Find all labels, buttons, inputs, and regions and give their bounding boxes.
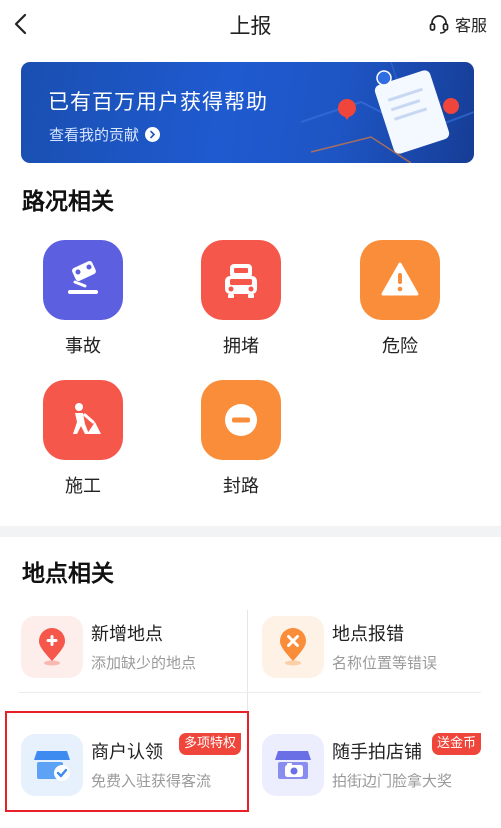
accident-label: 事故 [65, 336, 101, 357]
add-place-item[interactable]: 新增地点 添加缺少的地点 [21, 616, 241, 686]
road-section-title: 路况相关 [22, 189, 114, 215]
report-congestion-button[interactable]: 拥堵 [191, 240, 291, 358]
nav-bar: 上报 客服 [0, 0, 501, 48]
report-accident-button[interactable]: 事故 [33, 240, 133, 358]
place-error-icon [262, 616, 324, 678]
danger-icon [360, 240, 440, 320]
add-place-icon [21, 616, 83, 678]
coin-reward-badge: 送金币 [432, 733, 482, 755]
banner-illustration [301, 62, 474, 163]
add-place-subtitle: 添加缺少的地点 [91, 654, 197, 672]
report-construction-button[interactable]: 施工 [33, 380, 133, 498]
add-place-title: 新增地点 [91, 624, 163, 645]
road-closed-icon [201, 380, 281, 460]
construction-icon [43, 380, 123, 460]
construction-label: 施工 [65, 476, 101, 497]
arrow-circle-icon [145, 127, 161, 142]
headset-icon [429, 15, 449, 34]
customer-service-label: 客服 [454, 16, 487, 35]
contribution-banner[interactable]: 已有百万用户获得帮助 查看我的贡献 [21, 62, 474, 163]
place-error-title: 地点报错 [332, 624, 404, 645]
place-error-subtitle: 名称位置等错误 [332, 654, 438, 672]
customer-service-button[interactable]: 客服 [428, 11, 487, 37]
banner-title: 已有百万用户获得帮助 [48, 90, 268, 114]
shop-photo-subtitle: 拍街边门脸拿大奖 [332, 772, 453, 790]
row-divider [19, 692, 481, 693]
danger-label: 危险 [382, 336, 418, 357]
accident-icon [43, 240, 123, 320]
page-title: 上报 [229, 14, 272, 38]
report-danger-button[interactable]: 危险 [350, 240, 450, 358]
shop-photo-title: 随手拍店铺 [332, 742, 422, 763]
place-section-title: 地点相关 [22, 561, 114, 587]
banner-link-label: 查看我的贡献 [49, 126, 140, 144]
report-road-closed-button[interactable]: 封路 [191, 380, 291, 498]
my-contribution-link[interactable]: 查看我的贡献 [49, 124, 161, 145]
shop-photo-icon [262, 734, 324, 796]
place-error-item[interactable]: 地点报错 名称位置等错误 [262, 616, 482, 686]
highlight-box [5, 711, 249, 812]
road-closed-label: 封路 [223, 476, 259, 497]
congestion-label: 拥堵 [223, 336, 259, 357]
congestion-icon [201, 240, 281, 320]
